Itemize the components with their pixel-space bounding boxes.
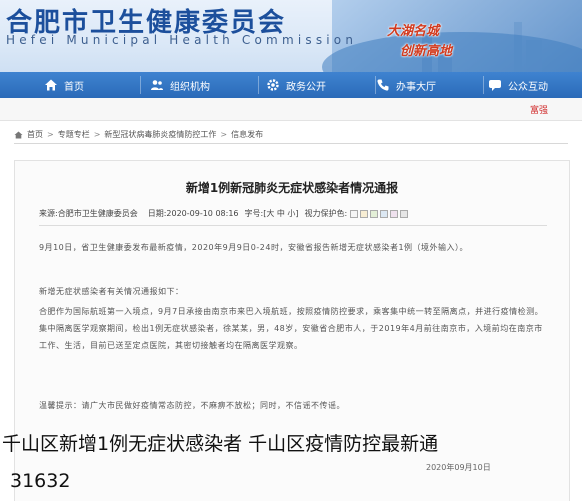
ticker-bar: 富强 xyxy=(0,98,582,121)
color-swatch[interactable] xyxy=(390,209,399,218)
breadcrumb-item-special[interactable]: 专题专栏 xyxy=(58,129,90,140)
breadcrumb-item-home[interactable]: 首页 xyxy=(27,129,43,140)
date-value: 2020-09-10 08:16 xyxy=(166,209,239,218)
font-size-options[interactable]: [大 中 小] xyxy=(263,208,298,219)
gear-icon xyxy=(266,78,280,92)
slogan-primary: 大湖名城 xyxy=(387,24,440,39)
divider xyxy=(39,225,547,226)
breadcrumb: 首页 > 专题专栏 > 新型冠状病毒肺炎疫情防控工作 > 信息发布 xyxy=(14,129,263,140)
article-meta: 来源: 合肥市卫生健康委员会 日期: 2020-09-10 08:16 字号: … xyxy=(39,208,410,219)
main-nav: 首页 组织机构 政务公开 办事大厅 公众互动 xyxy=(0,72,582,98)
nav-item-label: 组织机构 xyxy=(170,81,210,93)
divider xyxy=(14,143,568,144)
article-paragraph: 温馨提示：请广大市民做好疫情常态防控，不麻痹不放松；同时，不信谣不传谣。 xyxy=(39,401,345,410)
people-icon xyxy=(150,78,164,92)
ticker-text: 富强 xyxy=(529,106,548,116)
color-swatch[interactable] xyxy=(360,209,369,218)
nav-item-service-hall[interactable]: 办事大厅 xyxy=(376,72,436,98)
eye-protect-label: 视力保护色: xyxy=(304,209,348,218)
breadcrumb-item-covid[interactable]: 新型冠状病毒肺炎疫情防控工作 xyxy=(104,129,216,140)
nav-item-home[interactable]: 首页 xyxy=(44,72,84,98)
nav-item-organization[interactable]: 组织机构 xyxy=(150,72,210,98)
home-icon xyxy=(44,78,58,92)
breadcrumb-item-info[interactable]: 信息发布 xyxy=(231,129,263,140)
date-label: 日期: xyxy=(147,209,167,218)
article-title: 新增1例新冠肺炎无症状感染者情况通报 xyxy=(185,181,399,195)
article-paragraph: 合肥作为国际航班第一入境点，9月7日承接由南京市来巴入境航班，按照疫情防控要求，… xyxy=(39,307,544,350)
nav-divider xyxy=(483,76,484,94)
nav-item-gov-affairs[interactable]: 政务公开 xyxy=(266,72,326,98)
home-icon xyxy=(14,131,23,139)
nav-divider xyxy=(140,76,141,94)
source-value: 合肥市卫生健康委员会 xyxy=(57,209,138,218)
nav-item-label: 公众互动 xyxy=(508,81,548,93)
slogan-secondary: 创新高地 xyxy=(400,44,453,59)
nav-item-public-interaction[interactable]: 公众互动 xyxy=(488,72,548,98)
site-title-en: Hefei Municipal Health Commission xyxy=(6,33,358,47)
color-swatch[interactable] xyxy=(400,209,409,218)
header-banner: 合肥市卫生健康委员会 Hefei Municipal Health Commis… xyxy=(0,0,582,72)
nav-divider xyxy=(258,76,259,94)
nav-item-label: 首页 xyxy=(64,81,84,93)
font-size-label: 字号: xyxy=(244,209,264,218)
caption-number: 31632 xyxy=(10,470,71,492)
color-swatch[interactable] xyxy=(370,209,379,218)
article-paragraph: 9月10日，省卫生健康委发布最新疫情，2020年9月9日0-24时，安徽省报告新… xyxy=(39,243,469,252)
phone-icon xyxy=(376,78,390,92)
article-paragraph: 新增无症状感染者有关情况通报如下： xyxy=(39,287,184,296)
nav-item-label: 办事大厅 xyxy=(396,81,436,93)
color-swatch[interactable] xyxy=(350,209,359,218)
color-swatch[interactable] xyxy=(380,209,389,218)
source-label: 来源: xyxy=(39,209,58,218)
chat-icon xyxy=(488,78,502,92)
publish-date: 2020年09月10日 xyxy=(426,463,491,472)
caption-headline: 千山区新增1例无症状感染者 千山区疫情防控最新通 xyxy=(2,433,439,455)
nav-item-label: 政务公开 xyxy=(286,81,326,93)
